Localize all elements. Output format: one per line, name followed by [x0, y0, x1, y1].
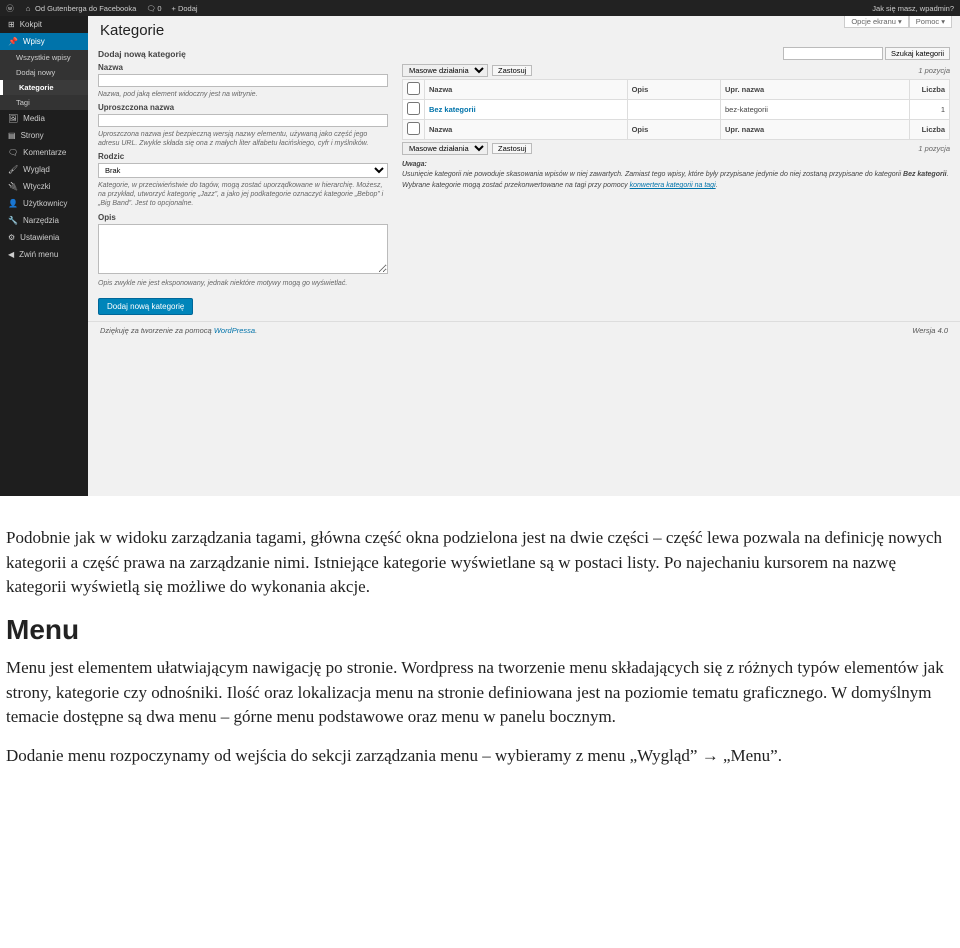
- row-name[interactable]: Bez kategorii: [429, 105, 476, 114]
- sidebar-item-uzytkownicy[interactable]: 👤Użytkownicy: [0, 195, 88, 212]
- admin-sidebar: ⊞Kokpit 📌Wpisy Wszystkie wpisy Dodaj now…: [0, 16, 88, 496]
- sidebar-sub-all[interactable]: Wszystkie wpisy: [0, 50, 88, 65]
- desc-label: Opis: [98, 213, 388, 222]
- appearance-icon: 🖌: [8, 165, 18, 174]
- doc-paragraph-3: Dodanie menu rozpoczynamy od wejścia do …: [6, 744, 954, 769]
- page-icon: ▤: [8, 131, 16, 140]
- screen-options-tab[interactable]: Opcje ekranu ▾: [844, 16, 908, 28]
- slug-input[interactable]: [98, 114, 388, 127]
- doc-paragraph-1: Podobnie jak w widoku zarządzania tagami…: [6, 526, 954, 600]
- bulk-select-top[interactable]: Masowe działania: [402, 64, 488, 77]
- sidebar-sub-wpisy: Wszystkie wpisy Dodaj nowy Kategorie Tag…: [0, 50, 88, 110]
- sidebar-collapse[interactable]: ◀Zwiń menu: [0, 246, 88, 263]
- sidebar-item-komentarze[interactable]: 🗨Komentarze: [0, 144, 88, 161]
- admin-footer: Dziękuję za tworzenie za pomocą WordPres…: [88, 321, 960, 339]
- notice-heading: Uwaga:: [402, 161, 427, 168]
- sidebar-sub-add[interactable]: Dodaj nowy: [0, 65, 88, 80]
- parent-label: Rodzic: [98, 152, 388, 161]
- site-name: Od Gutenberga do Facebooka: [35, 4, 136, 13]
- row-slug: bez-kategorii: [720, 100, 909, 120]
- add-label: + Dodaj: [172, 4, 198, 13]
- bulk-select-bottom[interactable]: Masowe działania: [402, 142, 488, 155]
- sidebar-item-wyglad[interactable]: 🖌Wygląd: [0, 161, 88, 178]
- slug-label: Uproszczona nazwa: [98, 103, 388, 112]
- category-list: Szukaj kategorii Masowe działania Zastos…: [402, 47, 950, 315]
- sidebar-item-wtyczki[interactable]: 🔌Wtyczki: [0, 178, 88, 195]
- media-icon: 🖼: [8, 114, 18, 123]
- tools-icon: 🔧: [8, 216, 18, 225]
- sidebar-item-strony[interactable]: ▤Strony: [0, 127, 88, 144]
- form-heading: Dodaj nową kategorię: [98, 49, 388, 59]
- col-count[interactable]: Liczba: [910, 80, 950, 100]
- slug-hint: Uproszczona nazwa jest bezpieczną wersją…: [98, 130, 388, 148]
- row-desc: [627, 100, 720, 120]
- row-count: 1: [910, 100, 950, 120]
- col-name[interactable]: Nazwa: [425, 80, 628, 100]
- document-body: Podobnie jak w widoku zarządzania tagami…: [0, 496, 960, 796]
- submit-button[interactable]: Dodaj nową kategorię: [98, 298, 193, 315]
- main-content: Opcje ekranu ▾ Pomoc ▾ Kategorie Dodaj n…: [88, 16, 960, 496]
- sidebar-item-ustawienia[interactable]: ⚙Ustawienia: [0, 229, 88, 246]
- greeting[interactable]: Jak się masz, wpadmin?: [872, 4, 954, 13]
- wordpress-icon: ⓦ: [6, 3, 14, 14]
- sidebar-item-narzedzia[interactable]: 🔧Narzędzia: [0, 212, 88, 229]
- item-count-bottom: 1 pozycja: [918, 144, 950, 153]
- plugin-icon: 🔌: [8, 182, 18, 191]
- comments-count: 0: [157, 4, 161, 13]
- cb-all-bottom[interactable]: [407, 122, 420, 135]
- settings-icon: ⚙: [8, 233, 15, 242]
- home-icon: ⌂: [24, 4, 32, 13]
- sidebar-item-media[interactable]: 🖼Media: [0, 110, 88, 127]
- comment-icon: 🗨: [8, 148, 18, 157]
- add-category-form: Dodaj nową kategorię Nazwa Nazwa, pod ja…: [98, 47, 388, 315]
- categories-table: Nazwa Opis Upr. nazwa Liczba Bez kategor…: [402, 79, 950, 140]
- sidebar-item-wpisy[interactable]: 📌Wpisy: [0, 33, 88, 50]
- cb-all-top[interactable]: [407, 82, 420, 95]
- name-input[interactable]: [98, 74, 388, 87]
- admin-topbar: ⓦ ⌂Od Gutenberga do Facebooka 🗨0 + Dodaj…: [0, 0, 960, 16]
- page-title: Kategorie: [88, 16, 960, 47]
- sidebar-sub-categories[interactable]: Kategorie: [0, 80, 88, 95]
- version-label: Wersja 4.0: [912, 326, 948, 335]
- wp-admin-screenshot: ⓦ ⌂Od Gutenberga do Facebooka 🗨0 + Dodaj…: [0, 0, 960, 496]
- col-desc[interactable]: Opis: [627, 80, 720, 100]
- doc-heading-menu: Menu: [6, 614, 954, 646]
- wp-logo[interactable]: ⓦ: [6, 3, 14, 14]
- table-row[interactable]: Bez kategorii bez-kategorii 1: [403, 100, 950, 120]
- pin-icon: 📌: [8, 37, 18, 46]
- dashboard-icon: ⊞: [8, 20, 15, 29]
- col-slug[interactable]: Upr. nazwa: [720, 80, 909, 100]
- notice: Uwaga: Usunięcie kategorii nie powoduje …: [402, 161, 950, 190]
- desc-textarea[interactable]: [98, 224, 388, 274]
- collapse-icon: ◀: [8, 250, 14, 259]
- name-label: Nazwa: [98, 63, 388, 72]
- comments-link[interactable]: 🗨0: [146, 4, 161, 13]
- add-new-link[interactable]: + Dodaj: [172, 4, 198, 13]
- apply-button-bottom[interactable]: Zastosuj: [492, 143, 532, 154]
- search-input[interactable]: [783, 47, 883, 60]
- search-button[interactable]: Szukaj kategorii: [885, 47, 950, 60]
- parent-hint: Kategorie, w przeciwieństwie do tagów, m…: [98, 181, 388, 208]
- site-link[interactable]: ⌂Od Gutenberga do Facebooka: [24, 4, 136, 13]
- parent-select[interactable]: Brak: [98, 163, 388, 178]
- sidebar-item-kokpit[interactable]: ⊞Kokpit: [0, 16, 88, 33]
- sidebar-sub-tags[interactable]: Tagi: [0, 95, 88, 110]
- desc-hint: Opis zwykle nie jest eksponowany, jednak…: [98, 279, 388, 288]
- comment-icon: 🗨: [146, 4, 154, 13]
- apply-button-top[interactable]: Zastosuj: [492, 65, 532, 76]
- help-tab[interactable]: Pomoc ▾: [909, 16, 952, 28]
- cb-row[interactable]: [407, 102, 420, 115]
- item-count-top: 1 pozycja: [918, 66, 950, 75]
- wordpress-link[interactable]: WordPressa: [214, 326, 255, 335]
- name-hint: Nazwa, pod jaką element widoczny jest na…: [98, 90, 388, 99]
- doc-paragraph-2: Menu jest elementem ułatwiającym nawigac…: [6, 656, 954, 730]
- users-icon: 👤: [8, 199, 18, 208]
- converter-link[interactable]: konwertera kategorii na tagi: [630, 182, 716, 189]
